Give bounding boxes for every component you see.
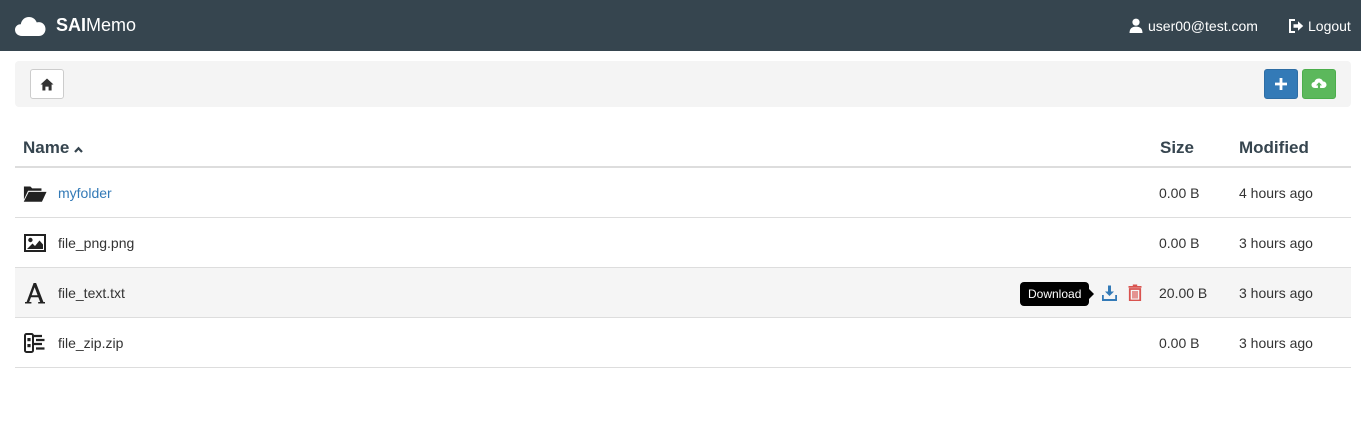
file-modified: 3 hours ago (1239, 235, 1313, 251)
archive-file-icon (23, 332, 47, 354)
file-size: 0.00 B (1159, 235, 1200, 251)
modified-column-header[interactable]: Modified (1239, 138, 1309, 158)
file-size: 0.00 B (1159, 335, 1200, 351)
file-modified: 3 hours ago (1239, 285, 1313, 301)
plus-icon (1275, 78, 1287, 90)
file-name[interactable]: myfolder (58, 185, 112, 201)
home-icon (40, 78, 54, 90)
table-row[interactable]: myfolder 0.00 B 4 hours ago (15, 168, 1351, 218)
table-row[interactable]: file_text.txt Download 20.00 B 3 hours a… (15, 268, 1351, 318)
modified-header-label: Modified (1239, 138, 1309, 157)
download-icon (1101, 285, 1117, 301)
size-column-header[interactable]: Size (1160, 138, 1194, 158)
brand-name-rest: Memo (86, 15, 137, 35)
trash-icon (1128, 284, 1142, 301)
download-tooltip: Download (1020, 282, 1095, 306)
file-name[interactable]: file_png.png (58, 235, 134, 251)
user-menu[interactable]: user00@test.com (1129, 0, 1258, 51)
upload-button[interactable] (1302, 69, 1336, 99)
name-header-label: Name (23, 138, 70, 157)
brand-name: SAIMemo (56, 15, 136, 36)
file-modified: 3 hours ago (1239, 335, 1313, 351)
file-size: 0.00 B (1159, 185, 1200, 201)
text-file-icon (23, 282, 47, 304)
name-column-header[interactable]: Name (23, 138, 84, 158)
add-button[interactable] (1264, 69, 1298, 99)
table-header: Name Size Modified (15, 126, 1351, 168)
brand-name-bold: SAI (56, 15, 87, 35)
logout-link[interactable]: Logout (1288, 0, 1351, 51)
logout-label: Logout (1308, 17, 1351, 34)
logout-icon (1289, 18, 1304, 33)
chevron-up-icon (74, 146, 84, 153)
cloud-icon (15, 16, 46, 36)
download-button[interactable] (1101, 284, 1117, 302)
cloud-upload-icon (1311, 78, 1327, 90)
file-size: 20.00 B (1159, 285, 1208, 301)
image-file-icon (23, 232, 47, 254)
file-modified: 4 hours ago (1239, 185, 1313, 201)
user-icon (1129, 18, 1143, 33)
toolbar-panel (15, 61, 1351, 107)
folder-open-icon (23, 182, 47, 204)
file-name[interactable]: file_zip.zip (58, 335, 123, 351)
file-table: Name Size Modified myfolder 0.00 B 4 hou… (15, 126, 1351, 368)
table-row[interactable]: file_png.png 0.00 B 3 hours ago (15, 218, 1351, 268)
tooltip-text: Download (1028, 287, 1082, 301)
size-header-label: Size (1160, 138, 1195, 157)
file-name[interactable]: file_text.txt (58, 285, 125, 301)
home-button[interactable] (30, 69, 64, 99)
user-email: user00@test.com (1148, 17, 1258, 34)
table-row[interactable]: file_zip.zip 0.00 B 3 hours ago (15, 318, 1351, 368)
top-navbar: SAIMemo user00@test.com Logout (0, 0, 1361, 51)
brand[interactable]: SAIMemo (14, 0, 136, 51)
delete-button[interactable] (1127, 283, 1143, 301)
